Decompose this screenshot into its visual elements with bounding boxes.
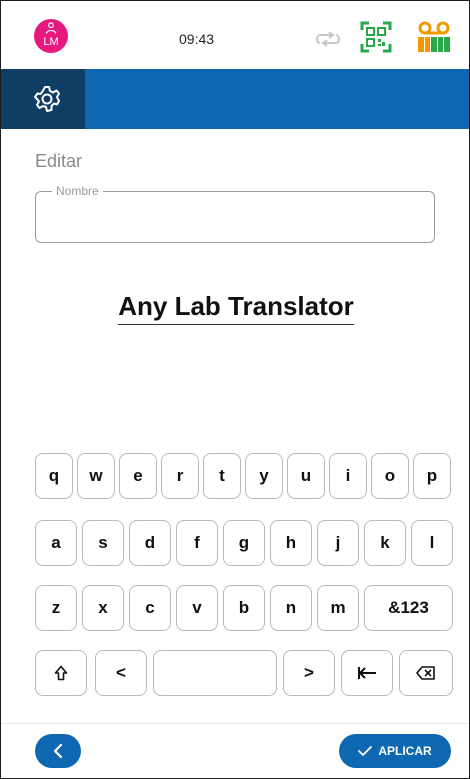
key-z[interactable]: z <box>35 585 77 631</box>
key-tab[interactable] <box>341 650 393 696</box>
key-r[interactable]: r <box>161 453 199 499</box>
key-arrow-left[interactable]: < <box>95 650 147 696</box>
key-w[interactable]: w <box>77 453 115 499</box>
key-s[interactable]: s <box>82 520 124 566</box>
settings-button[interactable] <box>1 69 85 129</box>
key-space[interactable] <box>153 650 277 696</box>
avatar-initials: LM <box>43 36 59 48</box>
footer-divider <box>1 723 469 724</box>
display-text: Any Lab Translator <box>118 291 354 325</box>
tab-icon <box>358 667 376 679</box>
key-l[interactable]: l <box>411 520 453 566</box>
status-bar: LM 09:43 <box>1 1 469 69</box>
app-header <box>1 69 469 129</box>
chevron-left-icon <box>53 743 63 759</box>
apply-button[interactable]: APLICAR <box>339 734 451 768</box>
gear-icon <box>34 86 60 112</box>
key-e[interactable]: e <box>119 453 157 499</box>
app-frame: LM 09:43 Editar Nombre Any Lab Translato… <box>0 0 470 779</box>
key-m[interactable]: m <box>317 585 359 631</box>
avatar[interactable]: LM <box>34 19 68 53</box>
page-title: Editar <box>35 151 83 171</box>
key-shift[interactable] <box>35 650 87 696</box>
key-n[interactable]: n <box>270 585 312 631</box>
key-u[interactable]: u <box>287 453 325 499</box>
shift-icon <box>54 665 68 681</box>
name-field[interactable]: Nombre <box>35 184 435 243</box>
key-b[interactable]: b <box>223 585 265 631</box>
translator-name-display: Any Lab Translator <box>1 291 469 325</box>
key-x[interactable]: x <box>82 585 124 631</box>
key-o[interactable]: o <box>371 453 409 499</box>
key-h[interactable]: h <box>270 520 312 566</box>
keyboard-row-1: q w e r t y u i o p <box>35 453 453 499</box>
key-c[interactable]: c <box>129 585 171 631</box>
key-i[interactable]: i <box>329 453 367 499</box>
key-t[interactable]: t <box>203 453 241 499</box>
key-symbols[interactable]: &123 <box>364 585 453 631</box>
key-d[interactable]: d <box>129 520 171 566</box>
keyboard-row-2: a s d f g h j k l <box>35 520 453 566</box>
key-k[interactable]: k <box>364 520 406 566</box>
key-q[interactable]: q <box>35 453 73 499</box>
key-f[interactable]: f <box>176 520 218 566</box>
qr-code-icon[interactable] <box>360 21 392 53</box>
back-button[interactable] <box>35 734 81 768</box>
clock-time: 09:43 <box>179 31 215 47</box>
name-input[interactable] <box>46 210 428 236</box>
apply-label: APLICAR <box>378 744 432 758</box>
voicemail-icon[interactable] <box>417 21 451 53</box>
key-p[interactable]: p <box>413 453 451 499</box>
keyboard-row-4: < > <box>35 650 453 696</box>
name-field-label: Nombre <box>52 184 103 198</box>
key-arrow-right[interactable]: > <box>283 650 335 696</box>
key-backspace[interactable] <box>399 650 453 696</box>
key-g[interactable]: g <box>223 520 265 566</box>
key-y[interactable]: y <box>245 453 283 499</box>
backspace-icon <box>416 666 435 680</box>
person-icon <box>45 22 57 34</box>
key-j[interactable]: j <box>317 520 359 566</box>
keyboard-row-3: z x c v b n m &123 <box>35 585 453 631</box>
key-v[interactable]: v <box>176 585 218 631</box>
sync-icon <box>316 31 340 47</box>
check-icon <box>358 746 373 756</box>
key-a[interactable]: a <box>35 520 77 566</box>
